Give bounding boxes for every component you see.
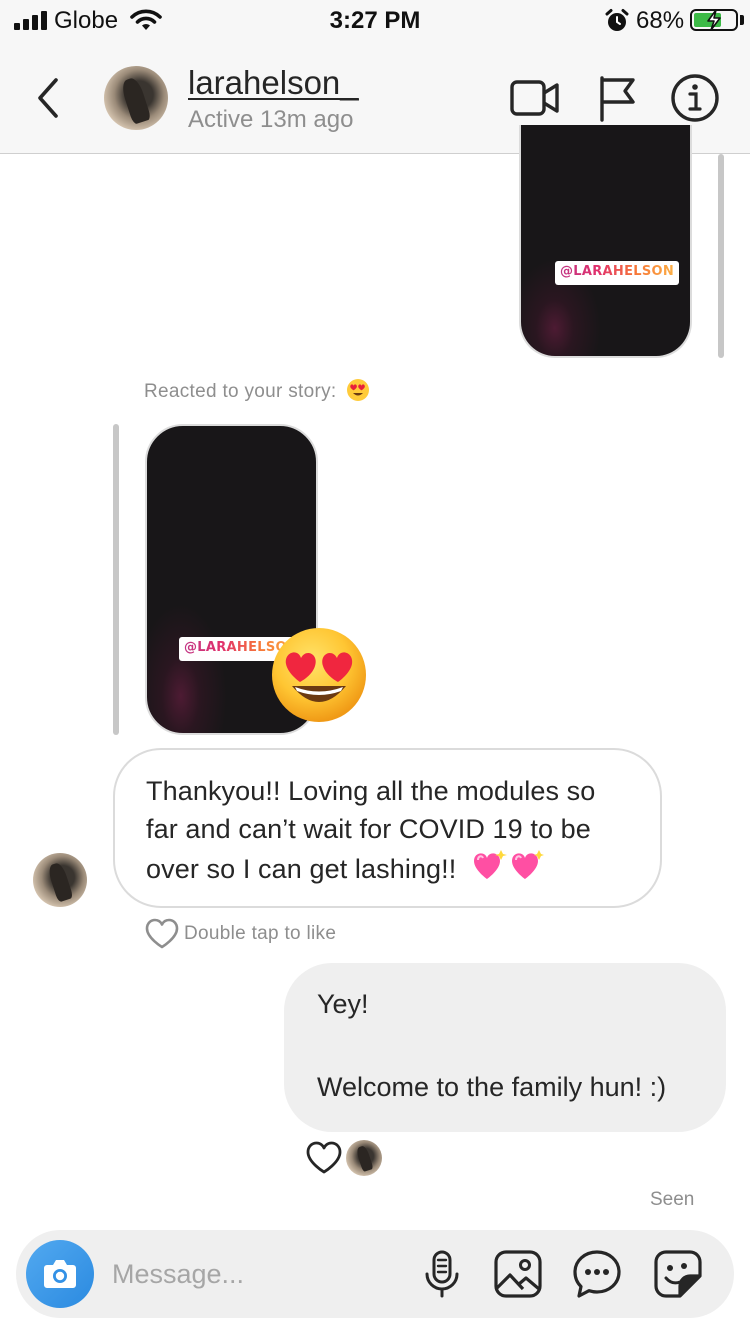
incoming-message-bubble[interactable]: Thankyou!! Loving all the modules so far… (113, 748, 662, 908)
contact-username[interactable]: larahelson_ (188, 64, 359, 102)
camera-icon (44, 1260, 76, 1288)
sticker-icon[interactable] (652, 1248, 704, 1300)
mention-sticker: @LARAHELSON (555, 261, 680, 285)
heart-eyes-emoji-icon (347, 379, 370, 401)
sparkling-heart-emoji-icon (474, 850, 544, 879)
flag-icon[interactable] (591, 72, 643, 124)
heart-outline-icon[interactable] (144, 918, 180, 950)
double-tap-label: Double tap to like (184, 923, 337, 944)
sender-avatar[interactable] (33, 853, 87, 907)
camera-button[interactable] (26, 1240, 94, 1308)
battery-nub (740, 15, 744, 25)
outgoing-message-line-2: Welcome to the family hun! :) (317, 1072, 667, 1102)
shared-story-thumbnail[interactable]: @LARAHELSON (519, 125, 692, 358)
reply-indicator-bar (113, 424, 119, 735)
message-input[interactable] (112, 1248, 412, 1300)
info-icon[interactable] (669, 72, 721, 124)
story-reply-bar (718, 154, 724, 358)
chat-options-icon[interactable] (571, 1248, 623, 1300)
seen-label: Seen (650, 1189, 695, 1210)
outgoing-message-bubble[interactable]: Yey! Welcome to the family hun! :) (284, 963, 726, 1132)
message-composer (16, 1230, 734, 1318)
seen-by-avatar (346, 1140, 382, 1176)
back-chevron-icon[interactable] (28, 70, 68, 126)
reaction-label: Reacted to your story: (144, 378, 370, 403)
status-bar: Globe 3:27 PM 68% (0, 0, 750, 40)
battery-charging-icon (690, 9, 738, 31)
gallery-icon[interactable] (492, 1248, 544, 1300)
battery-percent: 68% (636, 7, 685, 34)
microphone-icon[interactable] (416, 1248, 468, 1300)
active-status: Active 13m ago (188, 106, 354, 133)
video-call-icon[interactable] (509, 72, 561, 124)
heart-eyes-reaction-emoji-icon (272, 628, 366, 722)
contact-avatar[interactable] (104, 66, 168, 130)
like-heart-icon[interactable] (305, 1141, 343, 1175)
outgoing-message-line-1: Yey! (317, 989, 369, 1019)
alarm-icon (605, 9, 629, 31)
